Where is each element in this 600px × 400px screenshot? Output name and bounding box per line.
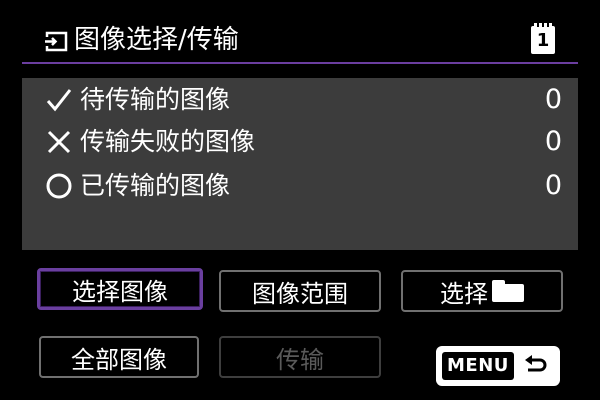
- header-divider: [22, 62, 578, 64]
- transfer-label: 传输: [276, 345, 324, 374]
- select-folder-button[interactable]: 选择: [401, 270, 563, 312]
- header-bar: 图像选择/传输 1: [0, 0, 600, 60]
- status-label: 已传输的图像: [80, 171, 231, 200]
- status-row-transferred: 已传输的图像 0: [22, 168, 578, 204]
- check-icon: [46, 89, 72, 112]
- image-range-label: 图像范围: [252, 279, 348, 308]
- status-count: 0: [544, 126, 562, 157]
- return-arrow-icon: [524, 355, 547, 372]
- folder-icon: [492, 280, 524, 302]
- image-transfer-icon: [45, 31, 68, 52]
- transfer-button[interactable]: 传输: [219, 336, 381, 378]
- all-images-label: 全部图像: [71, 345, 167, 374]
- select-images-label: 选择图像: [72, 277, 168, 306]
- sd-card-slot-icon: 1: [531, 23, 555, 54]
- select-images-button[interactable]: 选择图像: [37, 268, 203, 310]
- status-row-pending: 待传输的图像 0: [22, 82, 578, 118]
- status-row-failed: 传输失败的图像 0: [22, 124, 578, 160]
- select-folder-label: 选择: [440, 279, 488, 308]
- status-label: 待传输的图像: [80, 85, 231, 114]
- menu-back-button[interactable]: MENU: [436, 346, 560, 386]
- transfer-status-panel: 待传输的图像 0 传输失败的图像 0 已传输的图像 0: [22, 78, 578, 250]
- status-count: 0: [544, 170, 562, 201]
- image-range-button[interactable]: 图像范围: [219, 270, 381, 312]
- status-count: 0: [544, 84, 562, 115]
- page-title: 图像选择/传输: [74, 25, 239, 55]
- all-images-button[interactable]: 全部图像: [39, 336, 199, 378]
- card-slot-number: 1: [536, 29, 550, 51]
- status-label: 传输失败的图像: [80, 127, 256, 156]
- cross-icon: [47, 130, 71, 154]
- circle-icon: [46, 173, 72, 199]
- menu-label: MENU: [442, 352, 514, 380]
